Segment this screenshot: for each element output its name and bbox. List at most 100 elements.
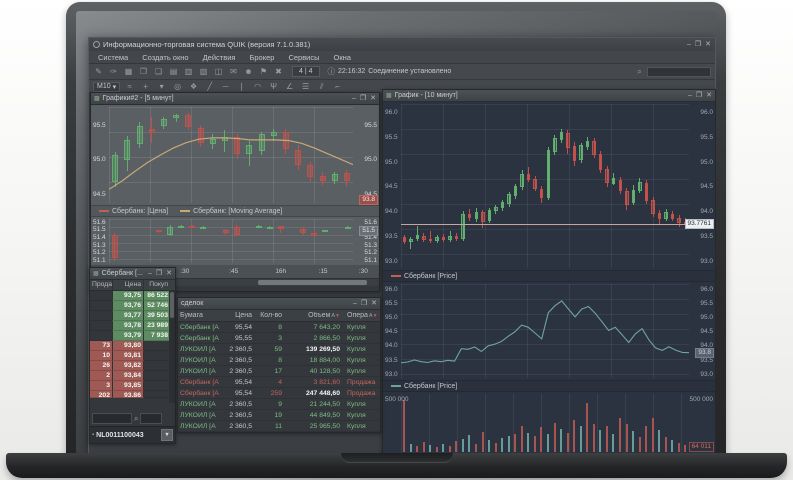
trades-row[interactable]: Сбербанк [А95,5532 866,50Купля <box>178 333 380 344</box>
close-button[interactable]: ✕ <box>706 91 712 100</box>
left-chart-second-pane[interactable]: 51.651.651.551.551.451.451.351.351.251.2… <box>91 217 379 265</box>
right-chart-price-pane[interactable]: 96.096.095.595.595.095.094.594.594.094.0… <box>383 102 715 270</box>
minimize-button[interactable]: – <box>148 269 152 278</box>
close-button[interactable]: ✕ <box>705 40 711 49</box>
trades-row[interactable]: ЛУКОЙЛ [А2 360,5921 244,50Купля <box>178 399 380 410</box>
left-chart-price-pane[interactable]: 95.595.595.095.094.594.593.8 <box>91 105 379 205</box>
dropdown-button[interactable]: ▾ <box>161 429 173 441</box>
sell-qty-cell <box>90 331 112 341</box>
edit-icon[interactable]: ✎ <box>93 67 104 76</box>
right-chart-volume-pane[interactable]: 500 000500 00064 011 <box>383 392 715 454</box>
trades-row[interactable]: ЛУКОЙЛ [А2 360,51740 128,50Купля <box>178 366 380 377</box>
orderbook-row-sell[interactable]: 293,84 <box>90 371 175 381</box>
chart-window-icon[interactable]: ▧ <box>198 67 209 76</box>
bars-icon[interactable]: ☰ <box>300 82 311 92</box>
restore-button[interactable]: ❐ <box>156 269 162 278</box>
column-header[interactable]: Прода <box>90 280 112 290</box>
scrollbar-thumb[interactable] <box>170 292 174 318</box>
channel-icon[interactable]: ⫽ <box>316 82 327 92</box>
minimize-button[interactable]: – <box>688 91 692 100</box>
column-header[interactable]: Цена <box>224 312 254 319</box>
vertical-line-icon[interactable]: ❘ <box>236 82 247 92</box>
column-header[interactable]: Кол-во <box>254 312 284 319</box>
trades-row[interactable]: ЛУКОЙЛ [А2 360,5818 884,00Купля <box>178 355 380 366</box>
window-icon[interactable]: ❏ <box>153 67 164 76</box>
column-header[interactable]: ОбъемА▼ <box>284 312 342 319</box>
orderbook-row-sell[interactable]: 393,85 <box>90 381 175 391</box>
target-icon[interactable]: ◎ <box>172 82 183 92</box>
candle-body <box>409 239 413 242</box>
close-button[interactable]: ✕ <box>371 299 377 308</box>
menu-item[interactable]: Окна <box>328 52 357 63</box>
search-input[interactable] <box>647 67 711 77</box>
crosshair-icon[interactable]: + <box>140 82 151 92</box>
restore-button[interactable]: ❐ <box>696 91 702 100</box>
menu-item[interactable]: Действия <box>197 52 242 63</box>
minimize-button[interactable]: – <box>353 299 357 308</box>
column-header[interactable]: Покуп <box>144 280 170 290</box>
trades-row[interactable]: ЛУКОЙЛ [А2 360,559139 269,50Купля <box>178 344 380 355</box>
orderbook-row-buy[interactable]: 93,797 938 <box>90 331 175 341</box>
corner-icon[interactable]: ⌐ <box>332 82 343 92</box>
menu-item[interactable]: Сервисы <box>282 52 325 63</box>
orderbook-row-buy[interactable]: 93,7586 522 <box>90 291 175 301</box>
angle-icon[interactable]: ∠ <box>284 82 295 92</box>
tile-windows-icon[interactable]: ❐ <box>138 67 149 76</box>
right-chart-title: График - [10 минут] <box>395 92 458 99</box>
wave-icon[interactable]: ≈ <box>124 82 135 92</box>
minimize-button[interactable]: – <box>687 40 691 49</box>
search-icon[interactable]: ⌕ <box>634 67 645 77</box>
trend-line-icon[interactable]: ╱ <box>204 82 215 92</box>
arc-icon[interactable]: ◠ <box>252 82 263 92</box>
restore-button[interactable]: ❐ <box>695 40 701 49</box>
stop-order-icon[interactable]: ✖ <box>273 67 284 76</box>
column-header[interactable]: Цена <box>112 280 144 290</box>
orderbook-row-buy[interactable]: 93,7739 503 <box>90 311 175 321</box>
candle-body <box>494 207 498 211</box>
instrument-selector[interactable]: ▪ NL0011100043 ▾ <box>90 426 175 443</box>
cursor-mode-icon[interactable]: ▾ <box>156 82 167 92</box>
menu-item[interactable]: Брокер <box>243 52 280 63</box>
new-table-icon[interactable]: ▦ <box>123 67 134 76</box>
menu-item[interactable]: Система <box>92 52 134 63</box>
hand-icon[interactable]: ❖ <box>188 82 199 92</box>
trades-row[interactable]: Сбербанк [А95,5487 643,20Купля <box>178 322 380 333</box>
message-icon[interactable]: ✉ <box>228 67 239 76</box>
orderbook-row-buy[interactable]: 93,7652 746 <box>90 301 175 311</box>
client-icon[interactable]: ☻ <box>243 67 254 76</box>
close-button[interactable]: ✕ <box>370 94 376 103</box>
orders-icon[interactable]: ⚑ <box>258 67 269 76</box>
restore-button[interactable]: ❐ <box>360 94 366 103</box>
operation-cell: Купля <box>342 423 380 430</box>
column-header[interactable]: ОпераА▼ <box>342 312 380 319</box>
layout-icon[interactable]: ▥ <box>183 67 194 76</box>
trades-row[interactable]: Сбербанк [А95,5443 821,60Продажа <box>178 377 380 388</box>
trades-row[interactable]: ЛУКОЙЛ [А2 360,51125 965,50Купля <box>178 421 380 432</box>
left-chart-titlebar: ▩ Графики#2 - [5 минут] – ❐ ✕ <box>91 93 379 105</box>
orderbook-row-sell[interactable]: 2693,82 <box>90 361 175 371</box>
trades-row[interactable]: ЛУКОЙЛ [А2 360,51944 849,50Купля <box>178 410 380 421</box>
orderbook-row-sell[interactable]: 1093,81 <box>90 351 175 361</box>
restore-button[interactable]: ❐ <box>361 299 367 308</box>
pitchfork-icon[interactable]: Ψ <box>268 82 279 92</box>
copy-window-icon[interactable]: ◫ <box>213 67 224 76</box>
right-chart-line-pane[interactable]: 96.096.095.595.595.095.094.594.594.094.0… <box>383 282 715 380</box>
trades-row[interactable]: Сбербанк [А95,54259247 448,60Продажа <box>178 388 380 399</box>
quotes-table-icon[interactable]: ▤ <box>168 67 179 76</box>
vertical-scrollbar[interactable] <box>169 290 175 403</box>
timeframe-select[interactable]: М10 ▾ <box>93 82 120 92</box>
orderbook-row-sell[interactable]: 20293,86 <box>90 391 175 398</box>
orderbook-row-sell[interactable]: 7393,80 <box>90 341 175 351</box>
quantity-input[interactable] <box>92 413 132 424</box>
close-button[interactable]: ✕ <box>166 269 172 278</box>
scrollbar-thumb[interactable] <box>258 280 367 285</box>
key-icon[interactable]: ✑ <box>108 67 119 76</box>
orderbook-row-buy[interactable]: 93,7823 989 <box>90 321 175 331</box>
column-header[interactable]: Бумага <box>178 312 224 319</box>
search-icon[interactable]: ⌕ <box>134 413 138 424</box>
horizontal-line-icon[interactable]: ─ <box>220 82 231 92</box>
minimize-button[interactable]: – <box>352 94 356 103</box>
menu-item[interactable]: Создать окно <box>136 52 194 63</box>
trades-title: сделок <box>181 300 203 307</box>
price-input[interactable] <box>140 413 162 424</box>
